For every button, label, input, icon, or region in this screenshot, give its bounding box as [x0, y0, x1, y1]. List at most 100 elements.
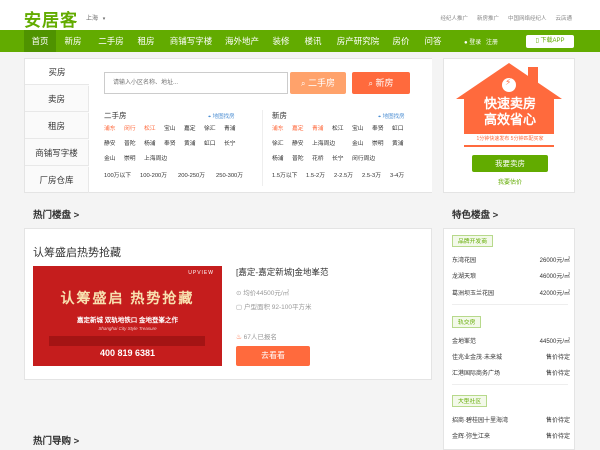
district-link[interactable]: 闵行周边	[352, 152, 382, 167]
featured-row[interactable]: 汇港国际商务广场 售价待定	[452, 368, 570, 377]
price-link[interactable]: 2-2.5万	[334, 169, 362, 184]
district-link[interactable]: 长宁	[224, 137, 244, 152]
district-link[interactable]: 崇明	[124, 152, 144, 167]
top-link[interactable]: 新房推广	[477, 14, 499, 22]
search-new-house-button[interactable]: ⌕ 新房	[352, 72, 410, 94]
tab-sell[interactable]: 卖房	[25, 86, 89, 112]
city-selector[interactable]: 上海 ▾	[86, 13, 105, 22]
district-link[interactable]: 金山	[104, 152, 124, 167]
top-link[interactable]: 经纪人推广	[440, 14, 468, 22]
nav-item-commercial[interactable]: 商铺写字楼	[166, 30, 216, 52]
district-link[interactable]: 黄浦	[392, 137, 412, 152]
map-pin-icon: ⌖	[208, 114, 212, 120]
nav-item-home[interactable]: 首页	[24, 30, 56, 52]
district-link[interactable]: 奉贤	[372, 122, 392, 137]
district-link[interactable]: 奉贤	[164, 137, 184, 152]
featured-row[interactable]: 东湾花园 26000元/㎡	[452, 255, 570, 264]
go-see-button[interactable]: 去看看	[236, 346, 310, 366]
district-link[interactable]: 浦东	[272, 122, 292, 137]
district-link[interactable]: 松江	[144, 122, 164, 137]
district-link[interactable]: 崇明	[372, 137, 392, 152]
district-link[interactable]: 徐汇	[204, 122, 224, 137]
featured-row[interactable]: 招商·碧桂园十里海湾 售价待定	[452, 415, 570, 424]
nav-item-news[interactable]: 楼讯	[300, 30, 326, 52]
nav-item-new[interactable]: 新房	[60, 30, 86, 52]
featured-row[interactable]: 佳兆业金茂·未来城 售价待定	[452, 352, 570, 361]
promo-banner[interactable]: UPVIEW 认筹盛启 热势抢藏 嘉定新城 双轨地铁口 金地登峯之作 Shang…	[33, 266, 222, 366]
featured-price: 46000元/㎡	[539, 274, 570, 280]
district-link[interactable]: 虹口	[204, 137, 224, 152]
district-link[interactable]: 嘉定	[184, 122, 204, 137]
new-house-map-link[interactable]: ⌖ 地图找房	[378, 112, 405, 121]
search-second-hand-button[interactable]: ⌕ 二手房	[290, 72, 346, 94]
nav-item-decor[interactable]: 装修	[268, 30, 294, 52]
price-link[interactable]: 1.5万以下	[272, 169, 306, 184]
nav-item-price[interactable]: 房价	[388, 30, 414, 52]
district-link[interactable]: 徐汇	[272, 137, 292, 152]
district-link[interactable]: 宝山	[164, 122, 184, 137]
nav-item-overseas[interactable]: 海外地产	[222, 30, 262, 52]
register-link[interactable]: 注册	[486, 40, 498, 46]
nav-item-qa[interactable]: 问答	[420, 30, 446, 52]
featured-row[interactable]: 金地峯范 44500元/㎡	[452, 336, 570, 345]
price-link[interactable]: 100-200万	[140, 169, 178, 184]
featured-name: 汇港国际商务广场	[452, 371, 501, 377]
tag-large-community[interactable]: 大型社区	[452, 395, 488, 407]
price-link[interactable]: 1.5-2万	[306, 169, 334, 184]
price-link[interactable]: 2.5-3万	[362, 169, 390, 184]
second-hand-map-link[interactable]: ⌖ 地图找房	[208, 112, 235, 121]
tab-buy[interactable]: 买房	[25, 59, 89, 85]
download-app-button[interactable]: ▯ 下载APP	[526, 35, 574, 48]
district-link[interactable]: 松江	[332, 122, 352, 137]
district-link[interactable]: 长宁	[332, 152, 352, 167]
district-link[interactable]: 花桥	[312, 152, 332, 167]
search-input[interactable]	[104, 72, 288, 94]
price-link[interactable]: 200-250万	[178, 169, 216, 184]
tab-factory[interactable]: 厂房仓库	[25, 167, 89, 193]
sell-button[interactable]: 我要卖房	[472, 155, 548, 172]
hot-section-title[interactable]: 热门楼盘 >	[33, 207, 79, 221]
tag-metro[interactable]: 轨交房	[452, 316, 482, 328]
district-link[interactable]: 浦东	[104, 122, 124, 137]
project-name[interactable]: [嘉定-嘉定新城]金地峯范	[236, 266, 329, 278]
nav-item-rent[interactable]: 租房	[132, 30, 160, 52]
district-link[interactable]: 普陀	[124, 137, 144, 152]
top-link[interactable]: 中国网络经纪人	[508, 14, 547, 22]
price-link[interactable]: 250-300万	[216, 169, 254, 184]
logo[interactable]: 安居客	[24, 6, 78, 31]
tag-brand-developer[interactable]: 品牌开发商	[452, 235, 493, 247]
sell-house-card: ⚡ 快速卖房 高效省心 1分钟快速发布 5分钟匹配买家 我要卖房 我要估价	[443, 58, 575, 193]
district-link[interactable]: 黄浦	[184, 137, 204, 152]
nav-item-second-hand[interactable]: 二手房	[93, 30, 129, 52]
district-link[interactable]: 普陀	[292, 152, 312, 167]
featured-row[interactable]: 葛洲坝玉兰花园 42000元/㎡	[452, 288, 570, 297]
district-link[interactable]: 静安	[292, 137, 312, 152]
district-link[interactable]: 杨浦	[144, 137, 164, 152]
district-link[interactable]: 嘉定	[292, 122, 312, 137]
tab-commercial[interactable]: 商铺写字楼	[25, 140, 89, 166]
project-signups: ♨ 67人已报名	[236, 331, 277, 341]
top-link[interactable]: 云店通	[555, 14, 572, 22]
district-link[interactable]: 上海周边	[144, 152, 184, 167]
district-link[interactable]: 金山	[352, 137, 372, 152]
district-link[interactable]: 杨浦	[272, 152, 292, 167]
district-link[interactable]: 闵行	[124, 122, 144, 137]
district-link[interactable]: 青浦	[224, 122, 244, 137]
price-link[interactable]: 3-4万	[390, 169, 414, 184]
district-link[interactable]: 虹口	[392, 122, 412, 137]
second-hand-prices: 100万以下 100-200万 200-250万 250-300万	[104, 169, 264, 184]
district-link[interactable]: 青浦	[312, 122, 332, 137]
price-link[interactable]: 100万以下	[104, 169, 140, 184]
district-link[interactable]: 宝山	[352, 122, 372, 137]
tab-rent[interactable]: 租房	[25, 113, 89, 139]
district-link[interactable]: 静安	[104, 137, 124, 152]
login-link[interactable]: 登录	[469, 40, 481, 46]
featured-row[interactable]: 金辉·弥生江来 售价待定	[452, 431, 570, 440]
banner-headline: 认筹盛启 热势抢藏	[60, 290, 195, 306]
nav-item-research[interactable]: 房产研究院	[333, 30, 383, 52]
guide-section-title[interactable]: 热门导购 >	[33, 433, 79, 447]
featured-section-title[interactable]: 特色楼盘 >	[452, 207, 498, 221]
featured-row[interactable]: 龙湖天琅 46000元/㎡	[452, 271, 570, 280]
district-link[interactable]: 上海周边	[312, 137, 352, 152]
estimate-link[interactable]: 我要估价	[472, 177, 548, 186]
